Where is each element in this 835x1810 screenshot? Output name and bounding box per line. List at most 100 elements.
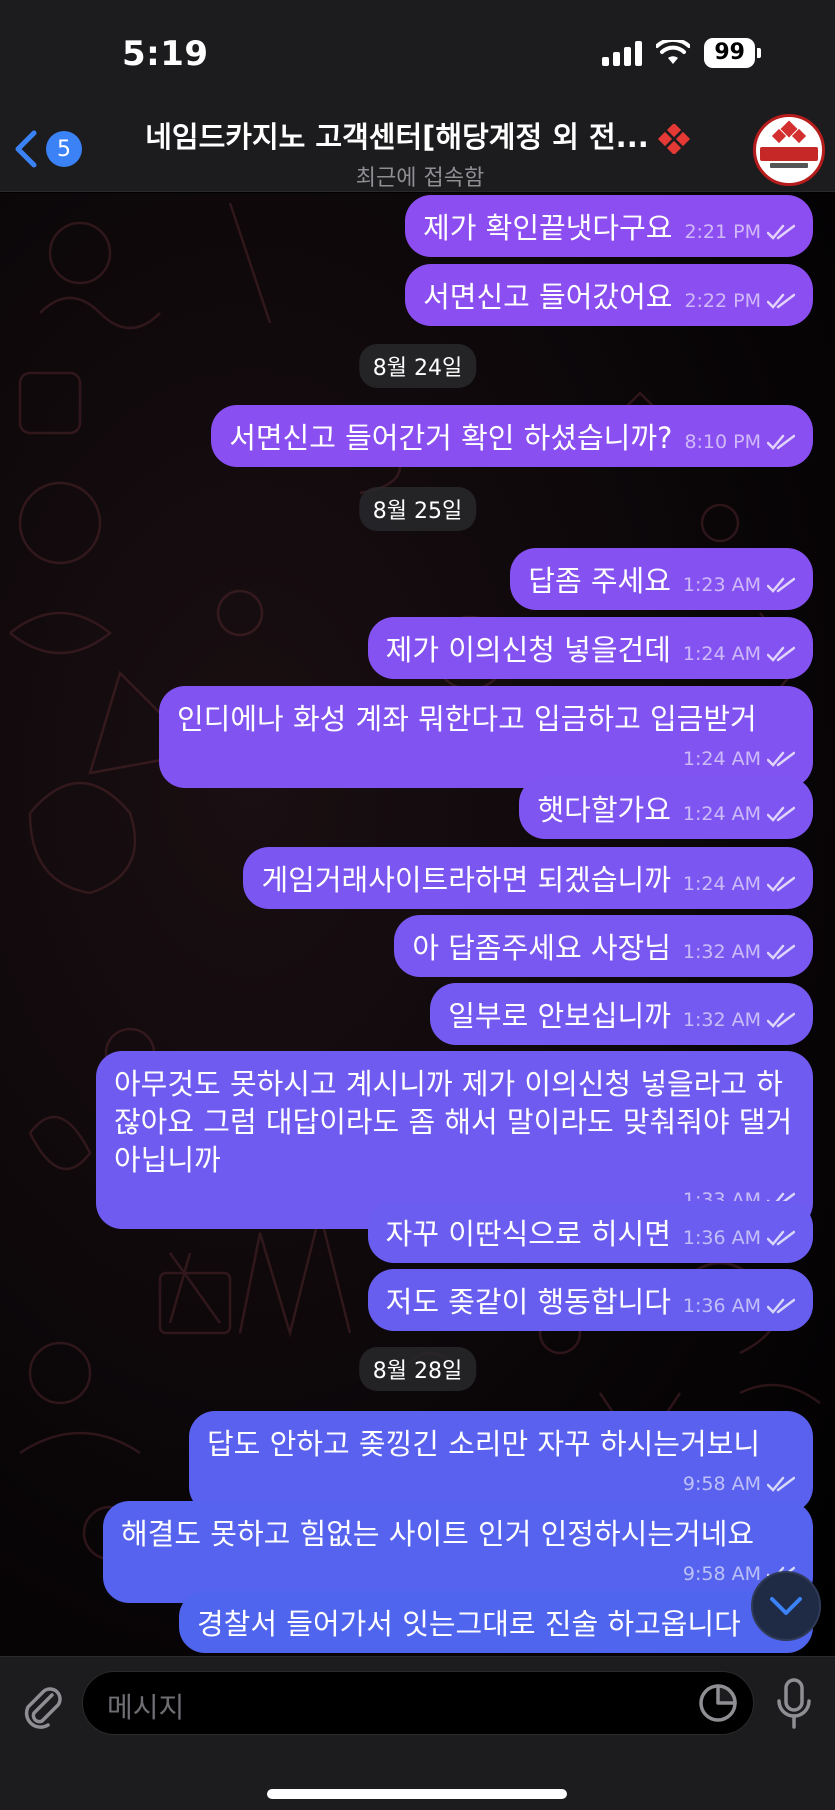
scroll-to-bottom-button[interactable]: [751, 1571, 821, 1641]
message-meta: 1:32 AM: [683, 933, 795, 971]
message-meta: 2:21 PM: [684, 213, 795, 251]
message-meta: 9:58 AM: [207, 1465, 795, 1503]
chat-title: 네임드카지노 고객센터[해당계정 외 전...: [120, 114, 720, 156]
message-time: 1:36 AM: [682, 1295, 761, 1317]
message-bubble[interactable]: 제가 이의신청 넣을건데 1:24 AM: [367, 617, 813, 679]
message-text: 일부로 안보십니까: [448, 999, 671, 1033]
message-bubble[interactable]: 저도 좆같이 행동합니다 1:36 AM: [367, 1269, 813, 1331]
wifi-icon: [656, 40, 691, 64]
message-bubble[interactable]: 답좀 주세요 1:23 AM: [510, 548, 813, 610]
double-check-icon: [767, 1012, 795, 1028]
double-check-icon: [767, 751, 795, 767]
double-check-icon: [767, 224, 795, 240]
casino-logo-icon: [758, 119, 820, 181]
double-check-icon: [767, 293, 795, 309]
chat-title-text: 네임드카지노 고객센터[해당계정 외 전...: [145, 120, 649, 154]
message-text: 인디에나 화성 계좌 뭐한다고 입금하고 입금받거: [177, 702, 757, 736]
message-time: 9:58 AM: [682, 1473, 761, 1495]
chat-status: 최근에 접속함: [355, 166, 485, 191]
message-meta: 1:36 AM: [683, 1287, 795, 1325]
message-bubble[interactable]: 햇다할가요 1:24 AM: [519, 777, 813, 839]
double-check-icon: [767, 646, 795, 662]
message-time: 1:32 AM: [682, 941, 761, 963]
message-text: 게임거래사이트라하면 되겠습니까: [261, 863, 671, 897]
status-icons: 99: [602, 38, 761, 68]
message-bubble[interactable]: 서면신고 들어갔어요 2:22 PM: [405, 264, 813, 326]
message-meta: 1:24 AM: [177, 740, 795, 778]
date-separator: 8월 25일: [358, 487, 477, 531]
date-separator: 8월 28일: [358, 1347, 477, 1391]
message-meta: 1:24 AM: [683, 795, 795, 833]
double-check-icon: [767, 876, 795, 892]
message-text: 제가 이의신청 넣을건데: [385, 633, 671, 667]
message-input[interactable]: 메시지: [82, 1671, 754, 1735]
battery-icon: [757, 48, 761, 58]
message-list[interactable]: 제가 확인끝냇다구요 2:21 PM 서면신고 들어갔어요 2:22 PM 8월…: [0, 193, 835, 1656]
attach-icon[interactable]: [20, 1679, 64, 1729]
message-bubble[interactable]: 해결도 못하고 힘없는 사이트 인거 인정하시는거네요 9:58 AM: [103, 1501, 813, 1603]
message-text: 자꾸 이딴식으로 히시면: [385, 1217, 671, 1251]
message-time: 8:10 PM: [684, 431, 761, 453]
message-bubble[interactable]: 인디에나 화성 계좌 뭐한다고 입금하고 입금받거 1:24 AM: [159, 686, 813, 788]
message-time: 1:24 AM: [682, 873, 761, 895]
home-indicator: [267, 1789, 567, 1799]
message-meta: 9:58 AM: [121, 1555, 795, 1593]
message-text: 답좀 주세요: [528, 564, 671, 598]
message-text: 서면신고 들어갔어요: [423, 280, 673, 314]
message-time: 1:24 AM: [682, 643, 761, 665]
message-text: 서면신고 들어간거 확인 하셨습니까?: [229, 421, 673, 455]
microphone-icon[interactable]: [774, 1677, 814, 1731]
date-separator: 8월 24일: [358, 344, 477, 388]
message-text: 아무것도 못하시고 계시니까 제가 이의신청 넣을라고 하잖아요 그럼 대답이라…: [114, 1067, 793, 1177]
message-placeholder: 메시지: [107, 1691, 185, 1724]
message-text: 저도 좆같이 행동합니다: [385, 1285, 671, 1319]
battery-level: 99: [704, 38, 755, 68]
message-time: 2:21 PM: [684, 221, 761, 243]
message-meta: 2:22 PM: [684, 282, 795, 320]
message-text: 해결도 못하고 힘없는 사이트 인거 인정하시는거네요: [121, 1517, 755, 1551]
message-bubble[interactable]: 자꾸 이딴식으로 히시면 1:36 AM: [367, 1201, 813, 1263]
sticker-icon[interactable]: [697, 1682, 739, 1724]
status-time: 5:19: [122, 34, 209, 74]
message-time: 1:36 AM: [682, 1227, 761, 1249]
message-bubble[interactable]: 아 답좀주세요 사장님 1:32 AM: [394, 915, 813, 977]
avatar[interactable]: [753, 114, 825, 186]
back-button[interactable]: 5: [10, 124, 82, 174]
double-check-icon: [767, 944, 795, 960]
unread-count-badge: 5: [46, 131, 82, 167]
message-meta: 1:32 AM: [683, 1001, 795, 1039]
message-meta: 1:23 AM: [683, 566, 795, 604]
chat-title-area[interactable]: 네임드카지노 고객센터[해당계정 외 전... 최근에 접속함: [120, 114, 720, 192]
cellular-signal-icon: [602, 40, 643, 66]
double-check-icon: [767, 1298, 795, 1314]
message-bubble[interactable]: 일부로 안보십니까 1:32 AM: [430, 983, 813, 1045]
message-text: 햇다할가요: [537, 793, 671, 827]
double-check-icon: [767, 1476, 795, 1492]
message-text: 답도 안하고 좆낑긴 소리만 자꾸 하시는거보니: [207, 1427, 761, 1461]
message-time: 2:22 PM: [684, 290, 761, 312]
chevron-left-icon: [15, 130, 37, 168]
double-check-icon: [767, 806, 795, 822]
message-time: 1:24 AM: [682, 748, 761, 770]
message-meta: 8:10 PM: [684, 423, 795, 461]
message-time: 9:58 AM: [682, 1563, 761, 1585]
message-input-bar: 메시지: [0, 1656, 835, 1810]
message-time: 1:24 AM: [682, 803, 761, 825]
message-text: 아 답좀주세요 사장님: [412, 931, 671, 965]
message-time: 1:32 AM: [682, 1009, 761, 1031]
message-bubble[interactable]: 게임거래사이트라하면 되겠습니까 1:24 AM: [243, 847, 813, 909]
message-text: 제가 확인끝냇다구요: [423, 211, 673, 245]
message-bubble[interactable]: 경찰서 들어가서 잇는그대로 진술 하고옵니다: [179, 1591, 813, 1653]
double-check-icon: [767, 577, 795, 593]
message-meta: 1:24 AM: [683, 635, 795, 673]
chat-header: 5 네임드카지노 고객센터[해당계정 외 전... 최근에 접속함: [0, 110, 835, 192]
message-bubble[interactable]: 서면신고 들어간거 확인 하셨습니까? 8:10 PM: [211, 405, 813, 467]
double-check-icon: [767, 1230, 795, 1246]
status-bar: 5:19 99: [0, 0, 835, 110]
message-meta: 1:36 AM: [683, 1219, 795, 1257]
message-bubble[interactable]: 제가 확인끝냇다구요 2:21 PM: [405, 195, 813, 257]
message-bubble[interactable]: 답도 안하고 좆낑긴 소리만 자꾸 하시는거보니 9:58 AM: [189, 1411, 813, 1513]
message-meta: 1:24 AM: [683, 865, 795, 903]
chevron-down-icon: [770, 1597, 802, 1615]
double-check-icon: [767, 434, 795, 450]
